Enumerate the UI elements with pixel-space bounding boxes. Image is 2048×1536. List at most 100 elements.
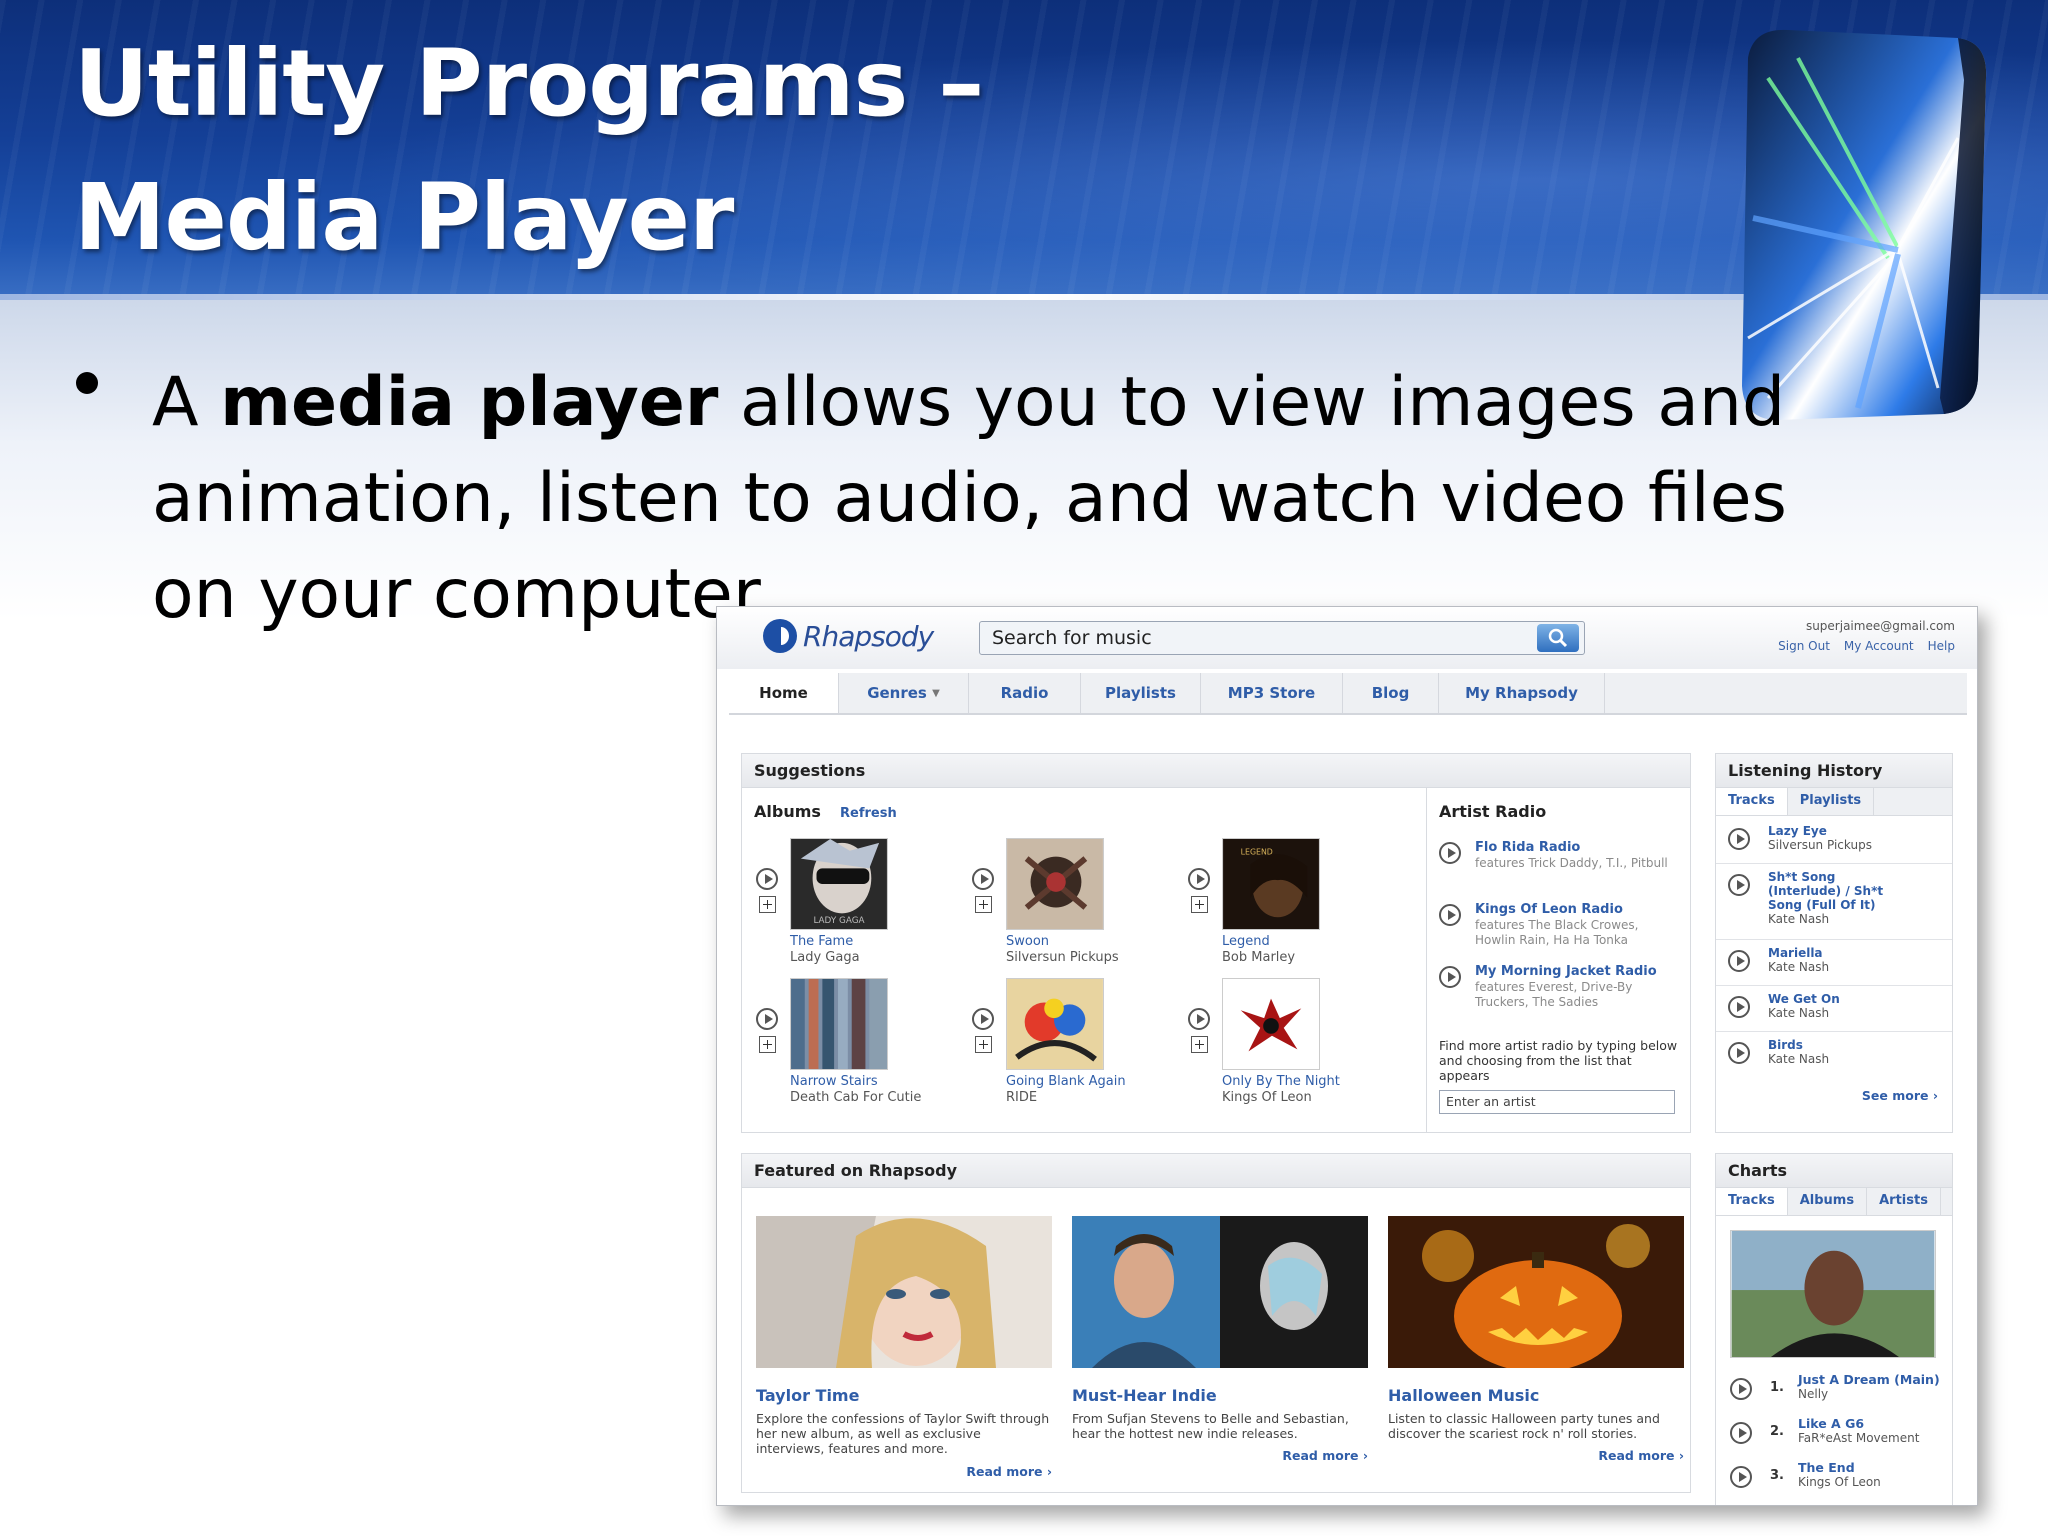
- read-more-link[interactable]: Read more ›: [1282, 1448, 1368, 1463]
- history-item[interactable]: Sh*t Song (Interlude) / Sh*t Song (Full …: [1716, 864, 1952, 940]
- help-link[interactable]: Help: [1928, 639, 1955, 653]
- search-input[interactable]: Search for music: [979, 621, 1585, 655]
- history-item[interactable]: Birds Kate Nash: [1716, 1032, 1952, 1078]
- album-cover-only-by-the-night[interactable]: [1222, 978, 1320, 1070]
- find-more-text: Find more artist radio by typing below a…: [1439, 1038, 1678, 1083]
- play-icon[interactable]: [1439, 966, 1461, 988]
- bullet-text-bold: media player: [220, 363, 719, 442]
- play-icon[interactable]: [1439, 842, 1461, 864]
- featured-image-must-hear-indie[interactable]: [1072, 1216, 1368, 1368]
- featured-title[interactable]: Taylor Time: [756, 1386, 1052, 1405]
- play-icon[interactable]: [1728, 828, 1750, 850]
- tab-radio[interactable]: Radio: [969, 673, 1081, 713]
- tab-playlists[interactable]: Playlists: [1788, 788, 1875, 815]
- artist-radio-section: Artist Radio Flo Rida Radio features Tri…: [1426, 788, 1691, 1133]
- add-icon[interactable]: [1190, 896, 1208, 913]
- artist-search-input[interactable]: Enter an artist: [1439, 1090, 1675, 1114]
- play-icon[interactable]: [972, 1008, 994, 1030]
- album-title[interactable]: The Fame: [790, 934, 853, 949]
- chart-row[interactable]: 1. Just A Dream (Main) Nelly: [1716, 1368, 1952, 1412]
- sign-out-link[interactable]: Sign Out: [1778, 639, 1830, 653]
- rhapsody-screenshot: Rhapsody Search for music superjaimee@gm…: [716, 606, 1978, 1506]
- history-item[interactable]: Mariella Kate Nash: [1716, 940, 1952, 986]
- play-icon[interactable]: [1728, 950, 1750, 972]
- play-icon[interactable]: [1730, 1466, 1752, 1488]
- album-artist[interactable]: Kings Of Leon: [1222, 1090, 1312, 1105]
- tab-tracks[interactable]: Tracks: [1716, 1188, 1788, 1215]
- chart-row[interactable]: 2. Like A G6 FaR*eAst Movement: [1716, 1412, 1952, 1456]
- album-artist[interactable]: Silversun Pickups: [1006, 950, 1119, 965]
- add-icon[interactable]: [974, 896, 992, 913]
- album-title[interactable]: Only By The Night: [1222, 1074, 1340, 1089]
- tab-home[interactable]: Home: [729, 673, 839, 713]
- chart-artist-photo[interactable]: [1730, 1230, 1936, 1358]
- album-title[interactable]: Legend: [1222, 934, 1270, 949]
- read-more-link[interactable]: Read more ›: [1598, 1448, 1684, 1463]
- album-cover-swoon[interactable]: [1006, 838, 1104, 930]
- radio-item: Kings Of Leon Radio features The Black C…: [1439, 902, 1679, 958]
- album-cover-the-fame[interactable]: LADY GAGA: [790, 838, 888, 930]
- chart-artist: FaR*eAst Movement: [1798, 1431, 1920, 1445]
- tab-tracks[interactable]: Tracks: [1716, 788, 1788, 815]
- see-more-link[interactable]: See more ›: [1862, 1088, 1938, 1103]
- play-icon[interactable]: [756, 1008, 778, 1030]
- history-item[interactable]: Lazy Eye Silversun Pickups: [1716, 818, 1952, 864]
- history-artist: Kate Nash: [1768, 960, 1830, 974]
- featured-title[interactable]: Halloween Music: [1388, 1386, 1684, 1405]
- featured-title[interactable]: Must-Hear Indie: [1072, 1386, 1368, 1405]
- album-title[interactable]: Swoon: [1006, 934, 1049, 949]
- search-button[interactable]: [1537, 624, 1579, 652]
- add-icon[interactable]: [758, 1036, 776, 1053]
- album-artist[interactable]: RIDE: [1006, 1090, 1037, 1105]
- album-cover-going-blank-again[interactable]: [1006, 978, 1104, 1070]
- history-item[interactable]: We Get On Kate Nash: [1716, 986, 1952, 1032]
- featured-image-halloween[interactable]: [1388, 1216, 1684, 1372]
- history-artist: Kate Nash: [1768, 912, 1830, 926]
- play-icon[interactable]: [1728, 996, 1750, 1018]
- play-icon[interactable]: [1439, 904, 1461, 926]
- play-icon[interactable]: [1188, 1008, 1210, 1030]
- add-icon[interactable]: [1190, 1036, 1208, 1053]
- tab-genres[interactable]: Genres ▼: [839, 673, 969, 713]
- play-icon[interactable]: [972, 868, 994, 890]
- radio-item: Flo Rida Radio features Trick Daddy, T.I…: [1439, 840, 1679, 896]
- tab-albums[interactable]: Albums: [1788, 1188, 1868, 1215]
- album-artist[interactable]: Bob Marley: [1222, 950, 1295, 965]
- play-icon[interactable]: [1188, 868, 1210, 890]
- rhapsody-logo-text: Rhapsody: [803, 619, 934, 653]
- play-icon[interactable]: [1730, 1422, 1752, 1444]
- play-icon[interactable]: [1728, 874, 1750, 896]
- tab-artists[interactable]: Artists: [1867, 1188, 1941, 1215]
- play-icon[interactable]: [1730, 1378, 1752, 1400]
- album-title[interactable]: Narrow Stairs: [790, 1074, 878, 1089]
- album-cover-legend[interactable]: LEGEND: [1222, 838, 1320, 930]
- rhapsody-logo[interactable]: Rhapsody: [763, 619, 934, 653]
- radio-name[interactable]: Flo Rida Radio: [1475, 840, 1580, 855]
- play-icon[interactable]: [1728, 1042, 1750, 1064]
- tab-blog[interactable]: Blog: [1343, 673, 1439, 713]
- my-account-link[interactable]: My Account: [1844, 639, 1914, 653]
- tab-playlists[interactable]: Playlists: [1081, 673, 1201, 713]
- add-icon[interactable]: [974, 1036, 992, 1053]
- read-more-link[interactable]: Read more ›: [966, 1464, 1052, 1479]
- featured-image-taylor-swift[interactable]: [756, 1216, 1052, 1368]
- album-artist[interactable]: Death Cab For Cutie: [790, 1090, 921, 1105]
- radio-name[interactable]: Kings Of Leon Radio: [1475, 902, 1623, 917]
- chart-rank: 3.: [1770, 1468, 1784, 1483]
- charts-panel: Charts Tracks Albums Artists 1. Just A D…: [1715, 1153, 1953, 1505]
- tab-my-rhapsody[interactable]: My Rhapsody: [1439, 673, 1605, 713]
- add-icon[interactable]: [758, 896, 776, 913]
- play-icon[interactable]: [756, 868, 778, 890]
- album-cover-narrow-stairs[interactable]: [790, 978, 888, 1070]
- tab-mp3-store[interactable]: MP3 Store: [1201, 673, 1343, 713]
- history-track: Lazy Eye: [1768, 824, 1827, 838]
- radio-desc: features Trick Daddy, T.I., Pitbull: [1475, 856, 1668, 870]
- refresh-link[interactable]: Refresh: [840, 806, 897, 821]
- chart-row[interactable]: 3. The End Kings Of Leon: [1716, 1456, 1952, 1500]
- featured-header: Featured on Rhapsody: [742, 1154, 1690, 1188]
- album-title[interactable]: Going Blank Again: [1006, 1074, 1126, 1089]
- album-artist[interactable]: Lady Gaga: [790, 950, 860, 965]
- suggestions-header: Suggestions: [742, 754, 1690, 788]
- chart-title: The End: [1798, 1460, 1855, 1475]
- radio-name[interactable]: My Morning Jacket Radio: [1475, 964, 1657, 979]
